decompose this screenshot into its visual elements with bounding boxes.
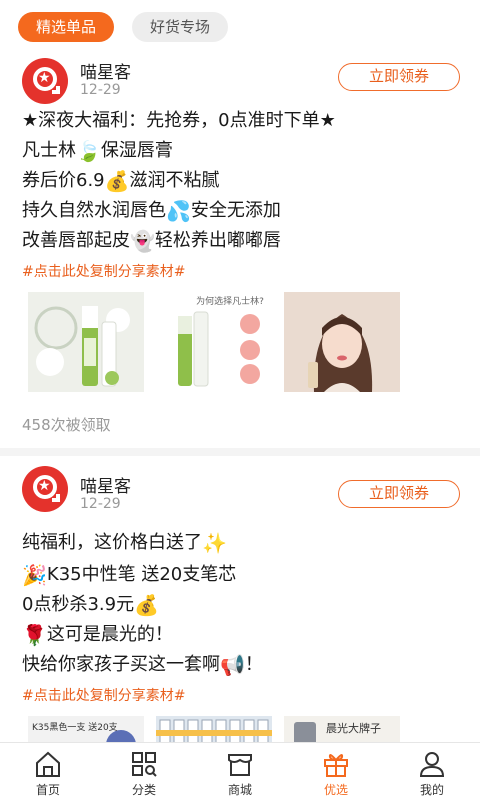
sparkles-icon: ✨ xyxy=(202,531,227,555)
post-date: 12-29 xyxy=(80,82,121,98)
nav-featured[interactable]: 优选 xyxy=(288,743,384,800)
post-text-line: 🌹这可是晨光的！ xyxy=(22,623,173,647)
author-avatar[interactable]: ★ xyxy=(22,58,68,104)
post-text-line: 快给你家孩子买这一套啊📢！ xyxy=(22,653,263,677)
tab-selected-items[interactable]: 精选单品 xyxy=(18,12,114,42)
product-image[interactable]: K35黑色一支 送20支 xyxy=(28,716,144,742)
money-bag-icon: 💰 xyxy=(104,169,130,193)
nav-home[interactable]: 首页 xyxy=(0,743,96,800)
post-text-line: ★深夜大福利：先抢券，0点准时下单★ xyxy=(22,110,336,131)
home-icon xyxy=(36,751,60,777)
top-tabs: 精选单品 好货专场 xyxy=(0,0,480,48)
rose-icon: 🌹 xyxy=(22,623,47,647)
post-text-line: 券后价6.9💰滋润不粘腻 xyxy=(22,169,220,193)
ghost-icon: 👻 xyxy=(130,229,155,253)
post-card: ★ 喵星客 12-29 立即领券 ★深夜大福利：先抢券，0点准时下单★ 凡士林🍃… xyxy=(0,48,480,440)
post-text-line: 持久自然水润唇色💦安全无添加 xyxy=(22,199,281,223)
nav-label: 我的 xyxy=(419,783,444,797)
post-text-line: 纯福利，这价格白送了✨ xyxy=(22,531,227,555)
party-popper-icon: 🎉 xyxy=(22,563,47,587)
get-coupon-button[interactable]: 立即领券 xyxy=(338,63,460,91)
post-text-line: 0点秒杀3.9元💰 xyxy=(22,593,159,617)
image-caption: K35黑色一支 送20支 xyxy=(32,723,118,733)
user-icon xyxy=(419,752,445,777)
bottom-navigation: 首页 分类 商城 优选 我的 xyxy=(0,742,480,800)
image-caption: 为何选择凡士林? xyxy=(196,297,264,307)
claimed-count: 458次被领取 xyxy=(22,416,111,434)
post-text-line: 🎉K35中性笔 送20支笔芯 xyxy=(22,563,237,587)
nav-category[interactable]: 分类 xyxy=(96,743,192,800)
author-name: 喵星客 xyxy=(80,477,131,497)
tab-good-deals[interactable]: 好货专场 xyxy=(132,12,228,42)
category-icon xyxy=(132,752,157,777)
money-bag-icon: 💰 xyxy=(134,593,159,617)
store-icon xyxy=(228,754,252,776)
product-image[interactable] xyxy=(28,292,144,392)
author-name: 喵星客 xyxy=(80,63,131,83)
leaf-icon: 🍃 xyxy=(76,139,101,163)
nav-label: 优选 xyxy=(323,783,348,797)
model-photo[interactable] xyxy=(284,292,400,392)
product-image[interactable] xyxy=(156,716,272,742)
nav-label: 分类 xyxy=(131,783,156,797)
post-text-line: 改善唇部起皮👻轻松养出嘟嘟唇 xyxy=(22,229,281,253)
product-image[interactable]: 晨光大牌子 xyxy=(284,716,400,742)
image-caption: 晨光大牌子 xyxy=(326,722,381,735)
nav-profile[interactable]: 我的 xyxy=(384,743,480,800)
product-image[interactable]: 为何选择凡士林? xyxy=(172,292,288,392)
nav-store[interactable]: 商城 xyxy=(192,743,288,800)
droplets-icon: 💦 xyxy=(166,199,191,223)
gift-icon xyxy=(324,754,348,777)
post-date: 12-29 xyxy=(80,496,121,512)
copy-share-material-link[interactable]: #点击此处复制分享素材# xyxy=(22,685,185,705)
author-avatar[interactable]: ★ xyxy=(22,466,68,512)
megaphone-icon: 📢 xyxy=(220,653,245,677)
nav-label: 商城 xyxy=(227,783,252,797)
post-divider xyxy=(0,448,480,456)
copy-share-material-link[interactable]: #点击此处复制分享素材# xyxy=(22,261,185,281)
nav-label: 首页 xyxy=(35,783,60,797)
post-card: ★ 喵星客 12-29 立即领券 纯福利，这价格白送了✨ 🎉K35中性笔 送20… xyxy=(0,456,480,742)
post-text-line: 凡士林🍃保湿唇膏 xyxy=(22,139,173,163)
get-coupon-button[interactable]: 立即领券 xyxy=(338,480,460,508)
